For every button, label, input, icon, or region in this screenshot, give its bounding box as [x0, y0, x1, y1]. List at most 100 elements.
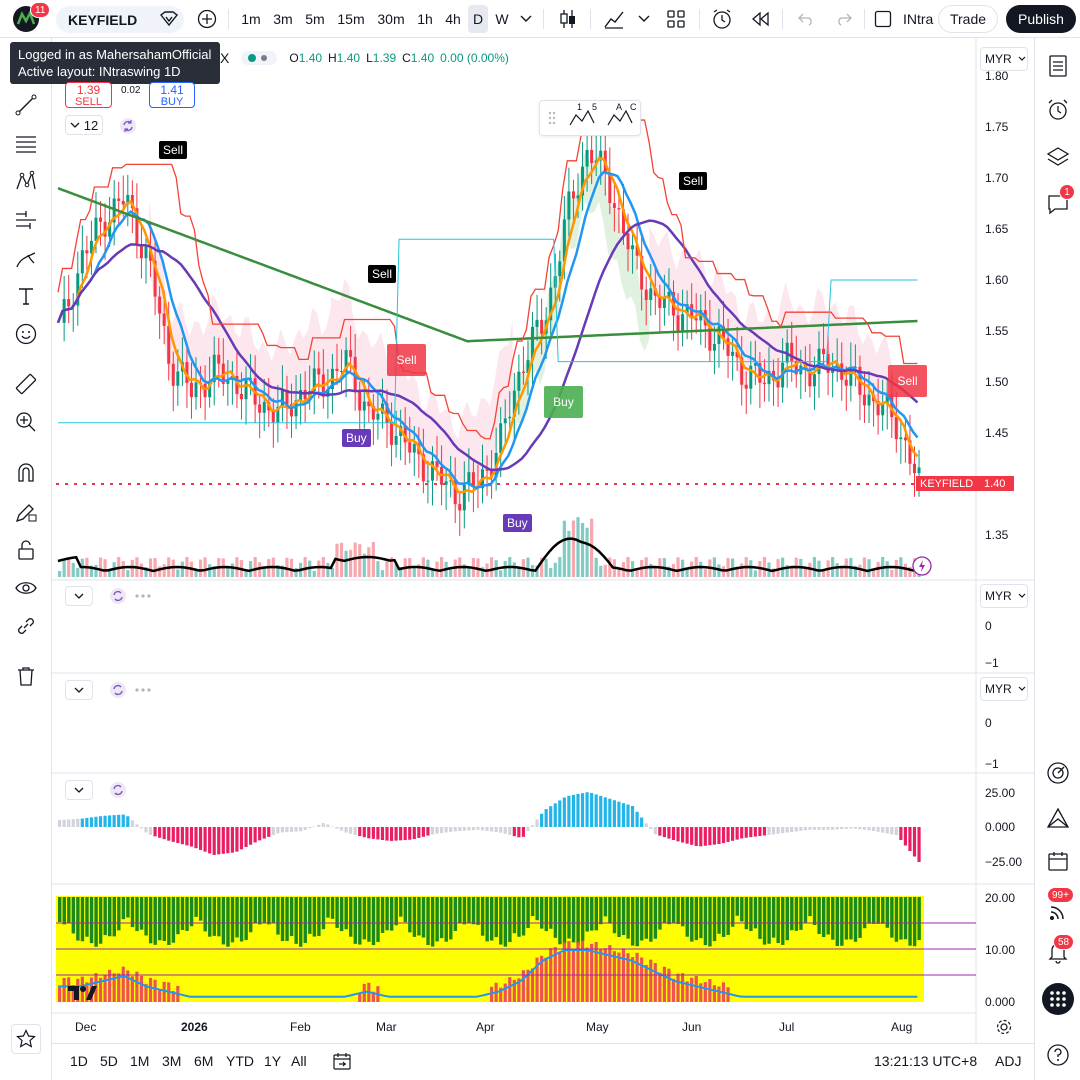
volume-bar: [594, 557, 598, 577]
flow-green-bar: [94, 897, 98, 947]
apps-grid-icon[interactable]: [1042, 983, 1074, 1015]
currency-selector-pane3[interactable]: MYR: [980, 677, 1028, 701]
buy-button[interactable]: 1.41 BUY: [149, 82, 195, 108]
layout-square-icon[interactable]: [872, 5, 894, 33]
eye-icon[interactable]: [12, 574, 40, 602]
redo-icon[interactable]: [832, 5, 856, 33]
clock-time[interactable]: 13:21:13 UTC+8: [874, 1053, 977, 1069]
flow-green-bar: [408, 897, 412, 933]
lightning-icon[interactable]: [912, 556, 932, 581]
magnet-icon[interactable]: [12, 459, 40, 487]
pattern-tool-icon[interactable]: [12, 168, 40, 196]
interval-1h[interactable]: 1h: [413, 5, 437, 33]
forecast-tool-icon[interactable]: [12, 206, 40, 234]
range-5d[interactable]: 5D: [100, 1053, 118, 1069]
indicators-collapse-button[interactable]: 12: [65, 115, 103, 135]
trend-line-icon[interactable]: [12, 91, 40, 119]
macd-bar: [353, 827, 357, 835]
goto-date-icon[interactable]: [332, 1051, 352, 1074]
trash-icon[interactable]: [12, 662, 40, 690]
range-ytd[interactable]: YTD: [226, 1053, 254, 1069]
flow-green-bar: [208, 897, 212, 937]
range-1m[interactable]: 1M: [130, 1053, 149, 1069]
pane4-collapse-button[interactable]: [65, 780, 93, 800]
macd-bar: [226, 827, 230, 854]
interval-4h[interactable]: 4h: [441, 5, 465, 33]
alarm-clock-icon[interactable]: [1044, 96, 1072, 124]
pattern-widget[interactable]: 1 5 A C: [539, 100, 641, 136]
text-tool-icon[interactable]: [12, 282, 40, 310]
currency-selector-pane2[interactable]: MYR: [980, 584, 1028, 608]
range-6m[interactable]: 6M: [194, 1053, 213, 1069]
indicators-icon[interactable]: [600, 5, 628, 33]
replay-icon[interactable]: [746, 5, 774, 33]
pane2-collapse-button[interactable]: [65, 586, 93, 606]
currency-selector-main[interactable]: MYR: [980, 47, 1028, 71]
alert-clock-icon[interactable]: [708, 5, 736, 33]
ideas-icon[interactable]: [1044, 804, 1072, 832]
chart-settings-gear-icon[interactable]: [995, 1018, 1013, 1041]
indicators-dropdown-chevron-icon[interactable]: [634, 5, 654, 33]
legend-status-dots-icon[interactable]: [241, 51, 278, 65]
pane2-sync-icon[interactable]: [109, 587, 153, 610]
interval-3m[interactable]: 3m: [269, 5, 297, 33]
watchlist-icon[interactable]: [1044, 52, 1072, 80]
macd-bar: [335, 827, 339, 829]
unlock-icon[interactable]: [12, 536, 40, 564]
brush-icon[interactable]: [12, 245, 40, 273]
range-all[interactable]: All: [291, 1053, 307, 1069]
calendar-icon[interactable]: [1044, 847, 1072, 875]
symbol-search[interactable]: KEYFIELD: [56, 6, 184, 33]
favorites-star-icon[interactable]: [11, 1024, 41, 1054]
range-1y[interactable]: 1Y: [264, 1053, 281, 1069]
link-icon[interactable]: [12, 612, 40, 640]
macd-bar: [676, 827, 680, 842]
ruler-icon[interactable]: [12, 370, 40, 398]
layout-grid-icon[interactable]: [662, 5, 690, 33]
buy-signal-box: Buy: [544, 386, 583, 418]
flow-green-bar: [312, 897, 317, 937]
compare-symbol-button[interactable]: [194, 5, 220, 33]
flow-green-bar: [85, 897, 89, 937]
time-label: Apr: [476, 1020, 495, 1034]
zoom-in-icon[interactable]: [12, 408, 40, 436]
flow-green-bar: [667, 897, 671, 925]
range-1d[interactable]: 1D: [70, 1053, 88, 1069]
interval-5m[interactable]: 5m: [301, 5, 329, 33]
layers-icon[interactable]: [1044, 143, 1072, 171]
time-label: Aug: [891, 1020, 913, 1034]
interval-d[interactable]: D: [468, 5, 488, 33]
layout-name[interactable]: INtra: [903, 5, 937, 33]
range-3m[interactable]: 3M: [162, 1053, 181, 1069]
flow-green-bar: [435, 897, 439, 942]
volume-bar: [753, 570, 757, 577]
emoji-icon[interactable]: [12, 320, 40, 348]
trade-button[interactable]: Trade: [938, 5, 998, 33]
pane4-sync-icon[interactable]: [109, 781, 127, 804]
interval-15m[interactable]: 15m: [334, 5, 368, 33]
flow-red-bar: [135, 971, 139, 1002]
help-icon[interactable]: [1044, 1041, 1072, 1069]
publish-button[interactable]: Publish: [1006, 5, 1076, 33]
sell-button[interactable]: 1.39 SELL: [65, 82, 112, 108]
lock-drawing-pen-icon[interactable]: [12, 498, 40, 526]
target-icon[interactable]: [1044, 759, 1072, 787]
interval-30m[interactable]: 30m: [374, 5, 408, 33]
pane3-collapse-button[interactable]: [65, 680, 93, 700]
flow-green-bar: [108, 897, 112, 937]
volume-bar: [121, 561, 125, 577]
pane3-sync-icon[interactable]: [109, 681, 153, 704]
volume-bar: [740, 563, 744, 577]
interval-dropdown-chevron-icon[interactable]: [516, 5, 536, 33]
macd-bar: [412, 827, 416, 840]
interval-w[interactable]: W: [491, 5, 513, 33]
fib-lines-icon[interactable]: [12, 130, 40, 158]
chart-canvas[interactable]: [52, 38, 1034, 1043]
symbol-favorite-icon[interactable]: [160, 11, 178, 30]
sync-icon[interactable]: [119, 117, 137, 140]
interval-1m[interactable]: 1m: [237, 5, 265, 33]
flow-green-bar: [517, 897, 521, 937]
undo-icon[interactable]: [794, 5, 818, 33]
adj-toggle[interactable]: ADJ: [995, 1053, 1021, 1069]
candle-type-icon[interactable]: [554, 5, 582, 33]
